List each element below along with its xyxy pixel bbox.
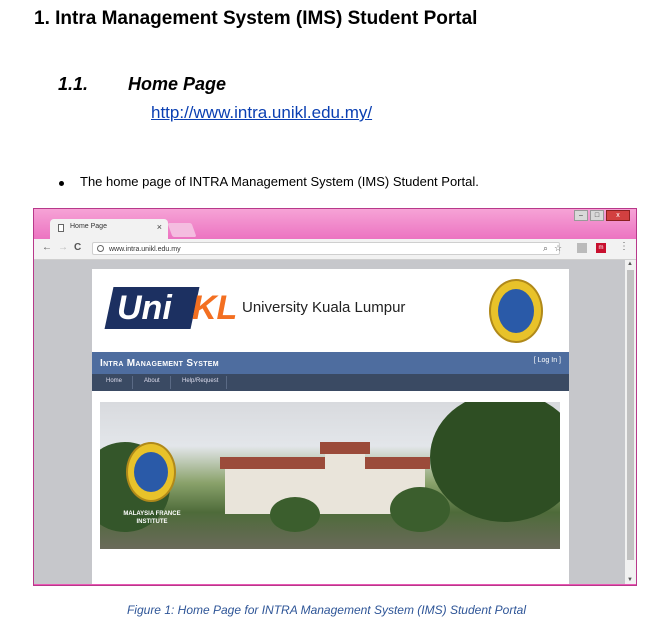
institute-sign: MALAYSIA FRANCE INSTITUTE <box>110 510 194 526</box>
system-title: Intra Management System <box>100 358 219 369</box>
close-tab-icon[interactable]: × <box>157 222 162 232</box>
window-controls: – □ x <box>574 210 630 222</box>
nav-help-request[interactable]: Help/Request <box>182 378 218 384</box>
website-page: Uni KL University Kuala Lumpur Intra Man… <box>92 269 569 584</box>
campus-photo: MALAYSIA FRANCE INSTITUTE <box>100 402 560 549</box>
back-icon[interactable]: ← <box>42 242 52 253</box>
ims-header-bar: Intra Management System [ Log In ] <box>92 352 569 374</box>
tab-title: Home Page <box>70 223 107 230</box>
document-heading: 1. Intra Management System (IMS) Student… <box>34 8 478 29</box>
browser-screenshot: Home Page × – □ x ← → C www.intra.unikl.… <box>33 208 637 586</box>
institute-sign-line2: INSTITUTE <box>136 519 168 525</box>
bullet-marker <box>59 181 64 186</box>
minimize-button[interactable]: – <box>574 210 588 221</box>
university-crest-icon <box>489 279 543 343</box>
zoom-icon[interactable]: ⌕ <box>543 243 548 254</box>
nav-home[interactable]: Home <box>106 378 122 384</box>
info-icon[interactable] <box>97 245 104 252</box>
page-icon <box>58 224 64 232</box>
reload-icon[interactable]: C <box>74 242 81 253</box>
menu-icon[interactable]: ⋮ <box>619 241 629 252</box>
extension-icon[interactable] <box>577 243 587 253</box>
logo-uni-text: Uni <box>117 289 172 327</box>
browser-tab[interactable]: Home Page × <box>50 219 168 239</box>
institute-crest-icon <box>126 442 176 502</box>
login-link[interactable]: [ Log In ] <box>534 357 561 364</box>
scroll-up-icon[interactable]: ▲ <box>627 261 633 267</box>
section-title: Home Page <box>128 74 227 94</box>
scroll-down-icon[interactable]: ▼ <box>627 577 633 583</box>
maximize-button[interactable]: □ <box>590 210 604 221</box>
scroll-thumb[interactable] <box>627 270 634 560</box>
browser-titlebar: Home Page × – □ x <box>34 209 636 239</box>
new-tab-button[interactable] <box>167 223 197 237</box>
page-viewport: Uni KL University Kuala Lumpur Intra Man… <box>34 260 625 584</box>
address-text: www.intra.unikl.edu.my <box>109 246 181 253</box>
portal-link[interactable]: http://www.intra.unikl.edu.my/ <box>151 103 372 123</box>
logo-kl-text: KL <box>192 289 238 327</box>
institute-sign-line1: MALAYSIA FRANCE <box>123 511 181 517</box>
extension-m-icon[interactable]: m <box>596 243 606 253</box>
figure-caption: Figure 1: Home Page for INTRA Management… <box>126 603 527 617</box>
unikl-logo: Uni KL <box>104 287 249 333</box>
site-nav: Home About Help/Request <box>92 374 569 391</box>
bullet-text: The home page of INTRA Management System… <box>80 174 479 189</box>
university-name: University Kuala Lumpur <box>242 299 406 316</box>
address-bar[interactable]: www.intra.unikl.edu.my <box>92 242 560 255</box>
star-icon[interactable]: ☆ <box>554 243 562 254</box>
browser-toolbar: ← → C www.intra.unikl.edu.my ⌕ ☆ m ⋮ <box>34 239 636 260</box>
forward-icon[interactable]: → <box>58 242 68 253</box>
section-number: 1.1. <box>58 74 89 94</box>
page-scrollbar[interactable]: ▲ ▼ <box>625 260 636 584</box>
close-window-button[interactable]: x <box>606 210 630 221</box>
nav-about[interactable]: About <box>144 378 160 384</box>
